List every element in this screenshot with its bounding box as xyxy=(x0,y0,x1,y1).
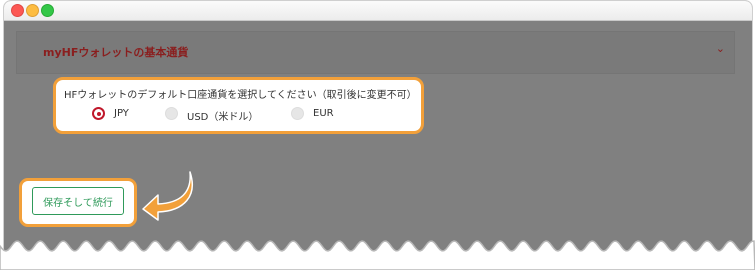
save-and-continue-button[interactable]: 保存そして続行 xyxy=(32,187,124,215)
panel-title: myHFウォレットの基本通貨 xyxy=(43,46,189,59)
maximize-window-icon[interactable] xyxy=(41,4,54,17)
radio-label-usd: USD（米ドル） xyxy=(187,112,259,123)
currency-prompt: HFウォレットのデフォルト口座通貨を選択してください（取引後に変更不可） xyxy=(64,90,417,101)
radio-selected-icon[interactable] xyxy=(92,107,105,120)
radio-unselected-icon[interactable] xyxy=(291,107,304,120)
torn-edge-decoration xyxy=(0,240,755,270)
radio-unselected-icon[interactable] xyxy=(165,107,178,120)
window-titlebar xyxy=(4,1,752,21)
save-button-highlight: 保存そして続行 xyxy=(19,178,137,227)
currency-selection-group: HFウォレットのデフォルト口座通貨を選択してください（取引後に変更不可） JPY… xyxy=(53,77,424,134)
browser-window: myHFウォレットの基本通貨 ⌄ HFウォレットのデフォルト口座通貨を選択してく… xyxy=(3,0,753,264)
minimize-window-icon[interactable] xyxy=(26,4,39,17)
radio-label-jpy: JPY xyxy=(114,108,129,119)
pointer-arrow-icon xyxy=(142,171,193,221)
radio-label-eur: EUR xyxy=(313,108,334,119)
close-window-icon[interactable] xyxy=(11,4,24,17)
chevron-down-icon[interactable]: ⌄ xyxy=(716,42,725,55)
base-currency-panel-header[interactable]: myHFウォレットの基本通貨 ⌄ xyxy=(16,31,735,74)
